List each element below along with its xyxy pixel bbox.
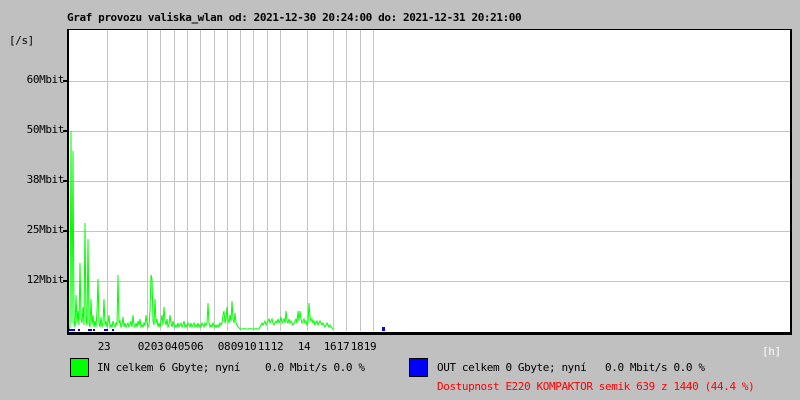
- y-tick-label: 60Mbit: [26, 73, 65, 86]
- in-legend-swatch: [70, 358, 89, 377]
- plot-canvas: [69, 30, 790, 331]
- out-series-mark: [78, 329, 80, 331]
- out-series-mark: [69, 329, 75, 331]
- x-axis-labels: 23 02 03 04 05 06 08 09 10 11 12 14 16 17 18 19: [69, 340, 790, 354]
- y-tick-label: 12Mbit: [26, 273, 65, 286]
- y-tick-label: 50Mbit: [26, 123, 65, 136]
- x-tick-label: 23: [97, 340, 111, 353]
- out-series-mark: [88, 329, 92, 331]
- x-axis-unit-label: [h]: [762, 345, 781, 358]
- y-tick-label: 38Mbit: [26, 173, 65, 186]
- traffic-graph-page: Graf provozu valiska_wlan od: 2021-12-30…: [0, 0, 800, 400]
- out-series-mark: [112, 329, 114, 331]
- graph-title: Graf provozu valiska_wlan od: 2021-12-30…: [67, 11, 522, 24]
- x-tick-label: 06: [190, 340, 204, 353]
- out-series-mark: [93, 329, 95, 331]
- x-tick-label: 19: [363, 340, 377, 353]
- out-legend-swatch: [409, 358, 428, 377]
- out-series-mark: [382, 327, 385, 331]
- y-axis-unit-label: [/s]: [9, 34, 34, 47]
- x-tick-label: 12: [270, 340, 284, 353]
- out-series-mark: [104, 329, 108, 331]
- out-legend-label: OUT celkem 0 Gbyte; nyní 0.0 Mbit/s 0.0 …: [437, 361, 705, 374]
- availability-label: Dostupnost E220 KOMPAKTOR semik 639 z 14…: [437, 380, 755, 393]
- in-legend-label: IN celkem 6 Gbyte; nyní 0.0 Mbit/s 0.0 %: [97, 361, 365, 374]
- y-tick-label: 25Mbit: [26, 223, 65, 236]
- x-tick-label: 14: [297, 340, 311, 353]
